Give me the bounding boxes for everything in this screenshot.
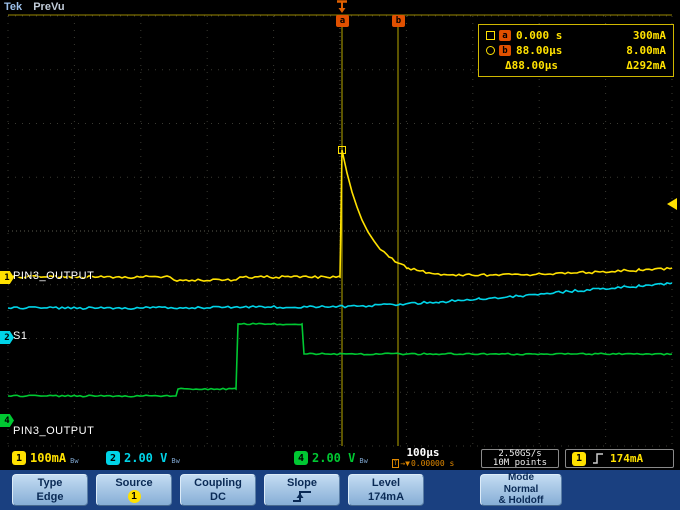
- cursor-readout-panel: a 0.000 s 300mA b 88.00µs 8.00mA Δ88.00µ…: [478, 24, 674, 77]
- cursor-b-row: b 88.00µs 8.00mA: [486, 43, 666, 58]
- cursor-a-value: 300mA: [632, 29, 666, 42]
- ch1-bandwidth-icon: Bw: [70, 456, 79, 465]
- slope-label: Slope: [287, 476, 317, 489]
- cursor-b-badge: b: [499, 45, 511, 56]
- cursor-b-time: 88.00µs: [516, 44, 563, 57]
- ch4-bandwidth-icon: Bw: [359, 456, 368, 465]
- ch4-status: 4 2.00 V Bw: [294, 451, 368, 465]
- level-value: 174mA: [367, 490, 405, 503]
- cursor-a-time: 0.000 s: [516, 29, 563, 42]
- rising-edge-icon: [293, 491, 311, 503]
- horizontal-status: 100µs T →▼ 0.00000 s: [370, 447, 476, 468]
- cursor-b-circle-icon: [486, 46, 495, 55]
- trigger-position-icon[interactable]: [335, 0, 349, 14]
- ch4-scale-readout: 2.00 V: [312, 451, 356, 465]
- top-bar: Tek PreVu: [4, 1, 65, 13]
- trigger-t-icon: T: [391, 459, 400, 468]
- type-label: Type: [37, 476, 63, 489]
- mode-label: Mode: [507, 472, 535, 484]
- timebase-readout: 100µs: [406, 446, 440, 459]
- ch2-bandwidth-icon: Bw: [171, 456, 180, 465]
- record-length: 10M points: [492, 457, 548, 468]
- mode-button[interactable]: Mode Normal & Holdoff: [480, 472, 562, 507]
- level-label: Level: [371, 476, 401, 489]
- cursor-delta-value: Δ292mA: [626, 59, 666, 72]
- status-bar: 1 100mA Bw 2 2.00 V Bw 4 2.00 V Bw 100µs…: [0, 447, 680, 470]
- ch4-waveform-label: PIN3_OUTPUT: [13, 425, 95, 437]
- trigger-position-value: 0.00000 s: [410, 459, 455, 468]
- ch1-waveform-label: PIN3_OUTPUT: [13, 270, 95, 282]
- cursor-a-square-icon: [486, 31, 495, 40]
- cursor-b-value: 8.00mA: [626, 44, 666, 57]
- trigger-source-badge: 1: [572, 451, 586, 466]
- cursor-a-badge: a: [499, 30, 511, 41]
- slope-button[interactable]: Slope: [264, 474, 340, 506]
- tek-logo: Tek: [4, 1, 23, 13]
- ch2-scale-readout: 2.00 V: [124, 451, 168, 465]
- cursor-delta-time: Δ88.00µs: [505, 59, 558, 72]
- acquisition-readout: 2.50GS/s 10M points: [481, 449, 559, 468]
- level-button[interactable]: Level 174mA: [348, 474, 424, 506]
- mode-value-line1: Normal: [503, 483, 539, 495]
- acquisition-status: PreVu: [33, 1, 65, 13]
- right-edge-arrow-icon: [667, 198, 677, 210]
- ch2-status: 2 2.00 V Bw: [106, 451, 180, 465]
- trigger-arrow-icon: →▼: [400, 459, 410, 468]
- trigger-position-readout: T →▼ 0.00000 s: [391, 459, 455, 468]
- source-label: Source: [115, 476, 153, 489]
- trigger-level-readout: 174mA: [610, 452, 644, 465]
- coupling-value: DC: [210, 490, 226, 503]
- ch4-badge: 4: [294, 451, 308, 465]
- ch1-badge: 1: [12, 451, 26, 465]
- oscilloscope-screen: Tek PreVu a b a 0.000 s 300mA b 88.00µs …: [0, 0, 680, 510]
- ch1-status: 1 100mA Bw: [12, 451, 79, 465]
- ch2-waveform-label: S1: [13, 330, 28, 342]
- trigger-menu-bar: Type Edge Source 1 Coupling DC Slope Lev…: [0, 470, 680, 510]
- type-value: Edge: [36, 490, 64, 503]
- cursor-delta-row: Δ88.00µs Δ292mA: [486, 58, 666, 73]
- mode-value-line2: & Holdoff: [498, 495, 544, 507]
- ch1-trace: [7, 149, 673, 282]
- trigger-readout: 1 174mA: [565, 449, 674, 468]
- coupling-button[interactable]: Coupling DC: [180, 474, 256, 506]
- ch1-scale-readout: 100mA: [30, 451, 67, 465]
- cursor-b-flag[interactable]: b: [392, 15, 405, 27]
- source-channel-badge: 1: [127, 490, 141, 504]
- cursor-a-row: a 0.000 s 300mA: [486, 28, 666, 43]
- rising-edge-icon: [593, 453, 603, 464]
- cursor-a-flag[interactable]: a: [336, 15, 349, 27]
- type-button[interactable]: Type Edge: [12, 474, 88, 506]
- source-button[interactable]: Source 1: [96, 474, 172, 506]
- coupling-label: Coupling: [194, 476, 242, 489]
- ch2-badge: 2: [106, 451, 120, 465]
